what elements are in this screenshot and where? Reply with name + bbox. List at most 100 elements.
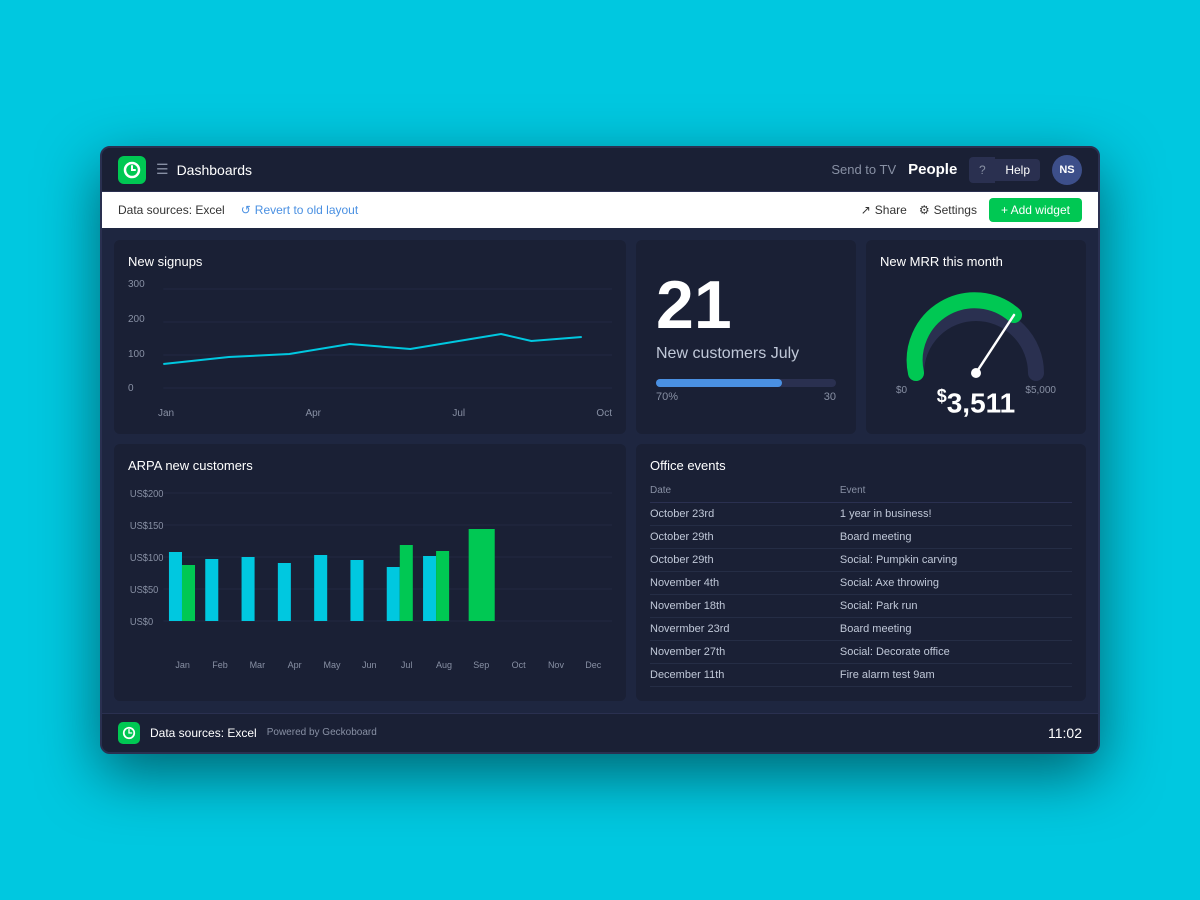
table-row: November 18thSocial: Park run [650, 594, 1072, 617]
event-date: November 18th [650, 594, 840, 617]
customers-widget: 21 New customers July 70% 30 [636, 240, 856, 433]
svg-text:US$50: US$50 [130, 584, 158, 595]
bar-x-mar: Mar [239, 660, 276, 670]
revert-label: Revert to old layout [255, 203, 358, 217]
events-title: Office events [650, 458, 1072, 473]
event-name: 1 year in business! [840, 502, 1072, 525]
table-row: November 27thSocial: Decorate office [650, 640, 1072, 663]
event-date: November 4th [650, 571, 840, 594]
share-label: Share [875, 203, 907, 217]
navbar-title: Dashboards [177, 162, 253, 178]
dashboard: New signups 300 200 100 0 [102, 228, 1098, 712]
event-name: Board meeting [840, 617, 1072, 640]
footer-time: 11:02 [1048, 725, 1082, 741]
progress-max: 30 [824, 391, 836, 403]
x-label-oct: Oct [596, 408, 612, 419]
mrr-dollar-sign: $ [937, 386, 947, 406]
customers-number: 21 [656, 271, 732, 339]
x-label-jul: Jul [452, 408, 465, 419]
table-row: October 29thSocial: Pumpkin carving [650, 548, 1072, 571]
table-row: December 11thFire alarm test 9am [650, 663, 1072, 686]
avatar[interactable]: NS [1052, 155, 1082, 185]
mrr-widget: New MRR this month $0 $5,000 $3,511 [866, 240, 1086, 433]
table-row: Novermber 23rdBoard meeting [650, 617, 1072, 640]
add-widget-button[interactable]: + Add widget [989, 198, 1082, 222]
bar-x-jun: Jun [351, 660, 388, 670]
events-list: October 23rd1 year in business!October 2… [650, 502, 1072, 686]
bar-x-jan: Jan [164, 660, 201, 670]
bar-x-jul: Jul [388, 660, 425, 670]
events-widget: Office events Date Event October 23rd1 y… [636, 444, 1086, 701]
event-name: Social: Park run [840, 594, 1072, 617]
menu-icon: ☰ [156, 161, 169, 178]
bar-chart-svg: US$200 US$150 US$100 US$50 US$0 [128, 483, 612, 653]
help-group: ? Help [969, 157, 1040, 183]
event-date: October 29th [650, 525, 840, 548]
gauge-container: $0 $5,000 $3,511 [880, 279, 1072, 419]
navbar: ☰ Dashboards Send to TV People ? Help NS [102, 148, 1098, 192]
svg-text:US$100: US$100 [130, 552, 164, 563]
share-icon: ↗ [861, 203, 871, 217]
send-to-tv-link[interactable]: Send to TV [831, 162, 896, 177]
share-button[interactable]: ↗ Share [861, 203, 907, 217]
event-name: Board meeting [840, 525, 1072, 548]
bar-x-feb: Feb [201, 660, 238, 670]
logo [118, 156, 146, 184]
bar-x-aug: Aug [425, 660, 462, 670]
footer-logo [118, 722, 140, 744]
arpa-title: ARPA new customers [128, 458, 612, 473]
event-name: Fire alarm test 9am [840, 663, 1072, 686]
event-date: October 23rd [650, 502, 840, 525]
svg-text:US$0: US$0 [130, 616, 153, 627]
gauge-svg [896, 283, 1056, 383]
x-axis-labels: Jan Apr Jul Oct [128, 404, 612, 419]
bar-x-labels: Jan Feb Mar Apr May Jun Jul Aug Sep Oct … [128, 658, 612, 670]
table-row: October 29thBoard meeting [650, 525, 1072, 548]
bar-x-sep: Sep [463, 660, 500, 670]
signups-widget: New signups 300 200 100 0 [114, 240, 626, 433]
customers-progress: 70% 30 [656, 379, 836, 403]
customers-label: New customers July [656, 345, 799, 363]
settings-icon: ⚙ [919, 203, 930, 217]
progress-pct: 70% [656, 391, 678, 403]
bar-x-may: May [313, 660, 350, 670]
event-date: Novermber 23rd [650, 617, 840, 640]
mrr-number: 3,511 [947, 388, 1016, 419]
date-col-header: Date [650, 483, 840, 503]
svg-text:US$150: US$150 [130, 520, 164, 531]
progress-bar-bg [656, 379, 836, 387]
bar-x-dec: Dec [575, 660, 612, 670]
signups-chart: 300 200 100 0 Jan Apr Jul [128, 279, 612, 409]
subnav-right: ↗ Share ⚙ Settings + Add widget [861, 198, 1082, 222]
y-label-100: 100 [128, 349, 145, 360]
footer-source: Data sources: Excel [150, 726, 257, 740]
data-sources-label: Data sources: Excel [118, 203, 225, 217]
y-label-300: 300 [128, 279, 145, 290]
event-date: October 29th [650, 548, 840, 571]
event-date: December 11th [650, 663, 840, 686]
revert-layout-link[interactable]: ↺ Revert to old layout [241, 203, 358, 217]
help-button[interactable]: Help [995, 159, 1040, 181]
footer-powered: Powered by Geckoboard [267, 727, 377, 738]
navbar-right: Send to TV People ? Help NS [831, 155, 1082, 185]
event-date: November 27th [650, 640, 840, 663]
people-link[interactable]: People [908, 161, 957, 178]
gauge-max-label: $5,000 [1025, 385, 1056, 396]
table-row: October 23rd1 year in business! [650, 502, 1072, 525]
help-question-button[interactable]: ? [969, 157, 995, 183]
line-chart-svg [128, 279, 612, 399]
subnav: Data sources: Excel ↺ Revert to old layo… [102, 192, 1098, 228]
signups-title: New signups [128, 254, 612, 269]
y-label-200: 200 [128, 314, 145, 325]
settings-button[interactable]: ⚙ Settings [919, 203, 977, 217]
bar-x-apr: Apr [276, 660, 313, 670]
event-col-header: Event [840, 483, 1072, 503]
settings-label: Settings [934, 203, 977, 217]
bar-x-oct: Oct [500, 660, 537, 670]
y-axis-labels: 300 200 100 0 [128, 279, 145, 394]
events-table: Date Event October 23rd1 year in busines… [650, 483, 1072, 687]
arpa-widget: ARPA new customers US$200 US$150 US$100 … [114, 444, 626, 701]
progress-labels: 70% 30 [656, 391, 836, 403]
svg-text:US$200: US$200 [130, 488, 164, 499]
revert-icon: ↺ [241, 203, 251, 217]
